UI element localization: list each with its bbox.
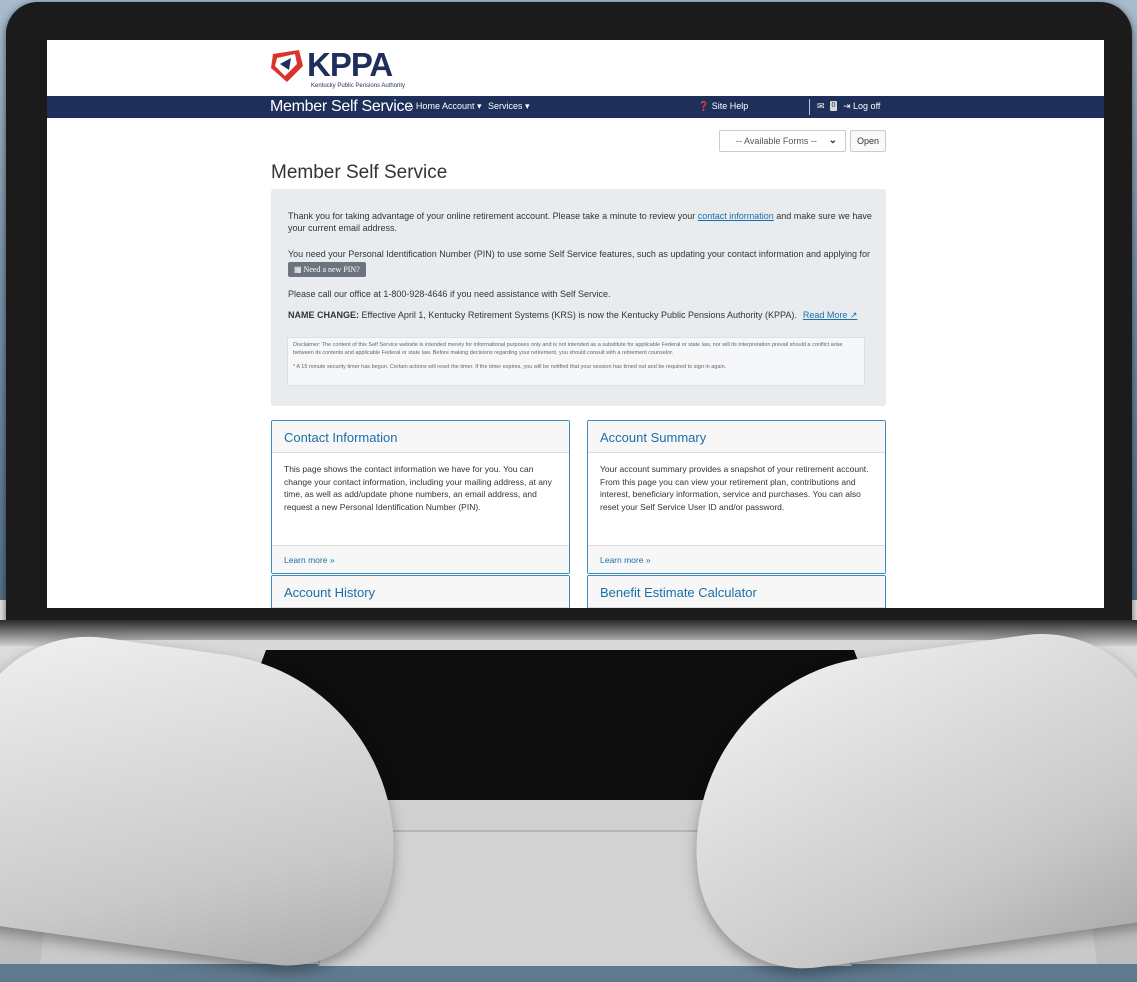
welcome-text: Thank you for taking advantage of your o…	[288, 211, 872, 233]
name-change-text: NAME CHANGE: Effective April 1, Kentucky…	[288, 310, 858, 320]
open-form-button[interactable]: Open	[850, 130, 886, 152]
learn-more-link[interactable]: Learn more »	[272, 545, 569, 573]
nav-account-dropdown[interactable]: Account ▾	[442, 101, 482, 112]
contact-information-card: Contact Information This page shows the …	[271, 420, 570, 574]
learn-more-link[interactable]: Learn more »	[588, 545, 885, 573]
kppa-logo[interactable]: KPPA Kentucky Public Pensions Authority	[269, 46, 405, 92]
contact-information-link[interactable]: contact information	[698, 211, 774, 221]
nav-divider	[809, 99, 810, 115]
mail-count-badge: 0	[830, 101, 837, 111]
logo-subtitle: Kentucky Public Pensions Authority	[311, 83, 406, 89]
pin-text: You need your Personal Identification Nu…	[288, 249, 870, 271]
mail-icon[interactable]: ✉	[817, 101, 825, 112]
logo-wordmark: KPPA	[307, 46, 393, 83]
available-forms-select[interactable]: -- Available Forms -- ⌄	[719, 130, 846, 152]
kentucky-shield-icon	[269, 48, 305, 84]
nav-site-help-link[interactable]: ❓ Site Help	[698, 101, 748, 112]
nav-brand[interactable]: Member Self Service	[270, 98, 413, 116]
card-body: Your account summary provides a snapshot…	[600, 464, 869, 512]
disclaimer-box: Disclaimer: The content of this Self Ser…	[287, 337, 865, 386]
account-summary-card: Account Summary Your account summary pro…	[587, 420, 886, 574]
logoff-link[interactable]: ⇥ Log off	[843, 101, 880, 112]
card-title[interactable]: Account Summary	[588, 421, 885, 453]
phone-text: Please call our office at 1-800-928-4646…	[288, 289, 611, 299]
browser-screen: KPPA Kentucky Public Pensions Authority …	[47, 40, 1104, 608]
nav-services-dropdown[interactable]: Services ▾	[488, 101, 530, 112]
need-new-pin-button[interactable]: ▦ Need a new PIN?	[288, 262, 366, 277]
card-title[interactable]: Benefit Estimate Calculator	[588, 576, 885, 608]
top-navbar: Member Self Service ⌂ Home Account ▾ Ser…	[47, 96, 1104, 118]
benefit-estimate-calculator-card: Benefit Estimate Calculator	[587, 575, 886, 608]
timer-notice: * A 15 minute security timer has begun. …	[293, 364, 727, 370]
welcome-panel: Thank you for taking advantage of your o…	[271, 189, 886, 406]
available-forms-value: -- Available Forms --	[736, 136, 817, 146]
card-body: This page shows the contact information …	[284, 464, 552, 512]
disclaimer-text: Disclaimer: The content of this Self Ser…	[293, 342, 843, 356]
page-title: Member Self Service	[271, 162, 448, 183]
nav-home-link[interactable]: ⌂ Home	[408, 101, 440, 111]
read-more-link[interactable]: Read More ↗	[803, 310, 858, 320]
card-title[interactable]: Account History	[272, 576, 569, 608]
chevron-down-icon: ⌄	[828, 135, 837, 146]
card-title[interactable]: Contact Information	[272, 421, 569, 453]
account-history-card: Account History	[271, 575, 570, 608]
